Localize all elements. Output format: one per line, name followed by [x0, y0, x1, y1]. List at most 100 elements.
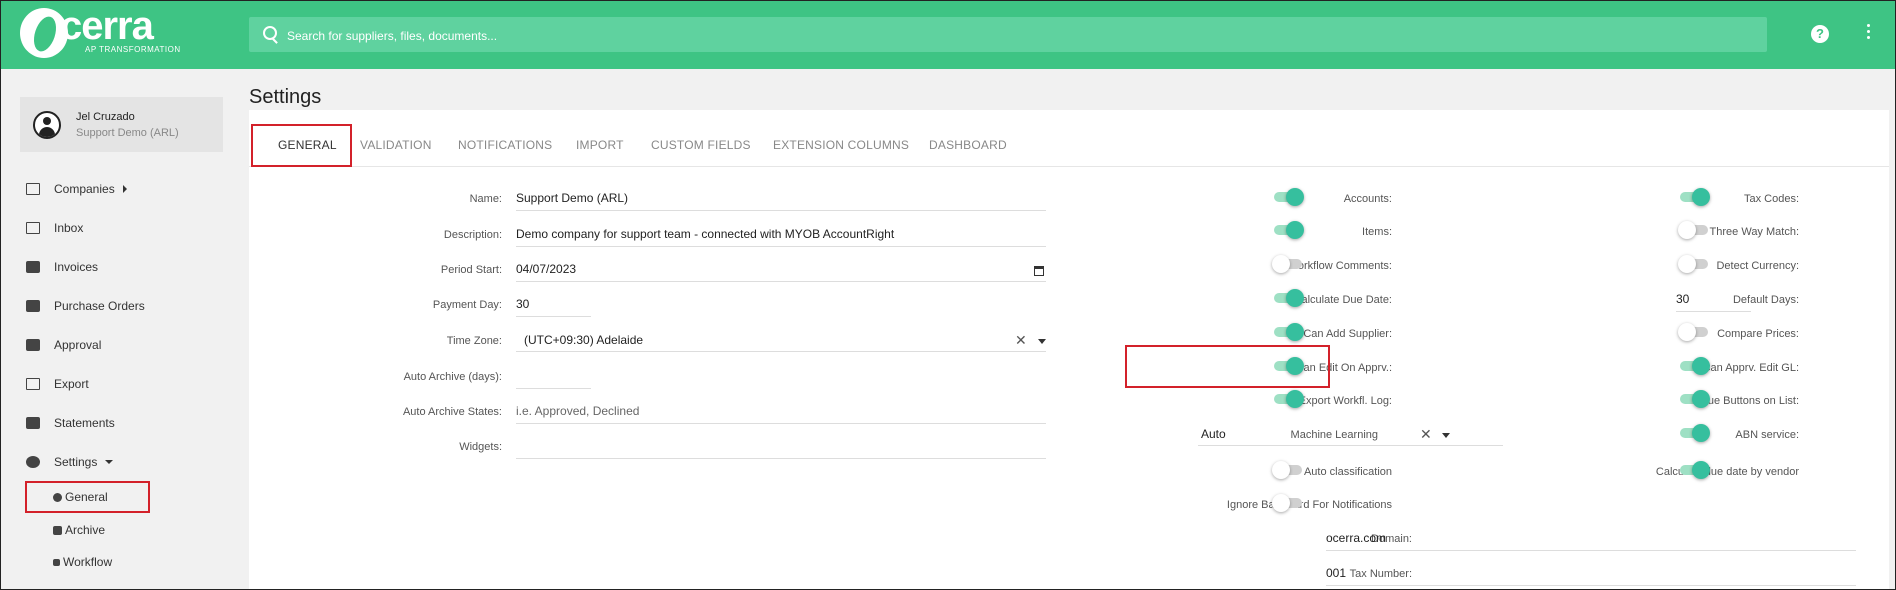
calculate-due-date-by-vendor-toggle[interactable]: [1678, 461, 1710, 479]
can-add-supplier-toggle[interactable]: [1272, 323, 1304, 341]
period-start-label: Period Start:: [440, 264, 502, 276]
help-icon[interactable]: ?: [1811, 25, 1829, 43]
domain-field[interactable]: ocerra.com: [1326, 528, 1856, 551]
due-buttons-on-list-toggle[interactable]: [1678, 390, 1710, 408]
accounts-toggle[interactable]: [1272, 188, 1304, 206]
chevron-down-icon: [105, 460, 114, 464]
sidebar-item-inbox[interactable]: Inbox: [26, 217, 83, 239]
sidebar-item-label: Settings: [54, 455, 98, 469]
description-field[interactable]: Demo company for support team - connecte…: [516, 224, 1046, 247]
auto-archive-days-label: Auto Archive (days):: [403, 371, 502, 383]
search-input[interactable]: [285, 17, 1749, 54]
toggle-label: Ignore Backward For Notifications: [1226, 499, 1392, 511]
tab-import[interactable]: IMPORT: [576, 138, 624, 152]
sidebar-item-approval[interactable]: Approval: [26, 334, 101, 356]
workflow-icon: [53, 558, 60, 566]
toggle-label: Accounts:: [1343, 193, 1392, 205]
search-icon: [263, 26, 277, 40]
workflow-comments-toggle[interactable]: [1272, 255, 1304, 273]
sidebar-item-label: Statements: [54, 416, 115, 430]
sidebar-item-companies[interactable]: Companies: [26, 178, 127, 200]
three-way-match-toggle[interactable]: [1678, 221, 1710, 239]
dropdown-arrow-icon[interactable]: [1442, 433, 1450, 438]
can-apprv-edit-gl-toggle[interactable]: [1678, 357, 1710, 375]
machine-learning-select[interactable]: Auto: [1198, 424, 1503, 446]
name-label: Name:: [469, 193, 502, 205]
default-days-field[interactable]: 30: [1676, 289, 1751, 312]
toggle-label: Due Buttons on List:: [1699, 395, 1799, 407]
user-card[interactable]: Jel Cruzado Support Demo (ARL): [20, 97, 223, 152]
payment-day-label: Payment Day:: [432, 299, 502, 311]
highlight-general-subitem: [25, 481, 150, 513]
toggle-label: Workflow Comments:: [1287, 260, 1392, 272]
logo-text: cerra: [60, 4, 154, 48]
tab-bar: GENERAL VALIDATION NOTIFICATIONS IMPORT …: [249, 128, 1889, 167]
time-zone-select[interactable]: (UTC+09:30) Adelaide: [516, 330, 1046, 352]
sidebar-subitem-workflow[interactable]: Workflow: [53, 553, 112, 571]
auto-archive-states-label: Auto Archive States:: [402, 406, 502, 418]
payment-day-field[interactable]: 30: [516, 294, 591, 317]
toggle-label: Can Apprv. Edit GL:: [1702, 362, 1799, 374]
clear-icon[interactable]: ✕: [1420, 426, 1432, 443]
clear-icon[interactable]: ✕: [1015, 332, 1027, 349]
toggle-label: Export Workfl. Log:: [1298, 395, 1392, 407]
avatar-icon: [33, 111, 61, 139]
calendar-icon[interactable]: [1034, 266, 1044, 276]
more-vert-icon[interactable]: [1866, 24, 1870, 44]
user-name: Jel Cruzado: [76, 111, 135, 123]
tab-extension-columns[interactable]: EXTENSION COLUMNS: [773, 138, 909, 152]
widgets-label: Widgets:: [459, 441, 502, 453]
period-start-field[interactable]: 04/07/2023: [516, 259, 1046, 282]
abn-service-toggle[interactable]: [1678, 424, 1710, 442]
toggle-label: Calculate Due Date:: [1293, 294, 1392, 306]
calculate-due-date-toggle[interactable]: [1272, 289, 1304, 307]
highlight-general-tab: [251, 124, 352, 167]
compare-prices-toggle[interactable]: [1678, 323, 1710, 341]
export-workfl-log-toggle[interactable]: [1272, 390, 1304, 408]
chevron-right-icon: [122, 185, 127, 193]
sidebar-item-label: Approval: [54, 338, 102, 352]
tax-number-field[interactable]: 001: [1326, 563, 1856, 586]
sidebar-subitem-label: Archive: [65, 523, 106, 537]
sidebar-item-purchase-orders[interactable]: Purchase Orders: [26, 295, 145, 317]
sidebar-item-label: Purchase Orders: [54, 299, 145, 313]
tax-codes-toggle[interactable]: [1678, 188, 1710, 206]
sidebar-item-label: Companies: [54, 182, 115, 196]
basket-icon: [26, 261, 40, 273]
user-org: Support Demo (ARL): [76, 127, 179, 139]
name-field[interactable]: Support Demo (ARL): [516, 188, 1046, 211]
auto-archive-states-field[interactable]: i.e. Approved, Declined: [516, 401, 1046, 424]
time-zone-label: Time Zone:: [446, 335, 502, 347]
toggle-label: Tax Codes:: [1743, 193, 1799, 205]
auto-classification-toggle[interactable]: [1272, 461, 1304, 479]
ocerra-logo[interactable]: cerra AP TRANSFORMATION: [20, 4, 190, 60]
tab-custom-fields[interactable]: CUSTOM FIELDS: [651, 138, 751, 152]
sidebar-item-statements[interactable]: Statements: [26, 412, 115, 434]
top-bar: cerra AP TRANSFORMATION ?: [0, 0, 1896, 69]
auto-archive-days-field[interactable]: [516, 366, 591, 389]
highlight-can-edit-on-apprv: [1125, 345, 1330, 388]
archive-icon: [53, 525, 62, 535]
ignore-backward-notifications-toggle[interactable]: [1272, 494, 1304, 512]
sidebar-item-invoices[interactable]: Invoices: [26, 256, 98, 278]
sidebar-item-label: Export: [54, 377, 89, 391]
page-title: Settings: [249, 86, 322, 108]
toggle-label: Items:: [1362, 226, 1392, 238]
tab-validation[interactable]: VALIDATION: [360, 138, 432, 152]
sidebar-item-settings[interactable]: Settings: [26, 451, 114, 473]
sidebar-subitem-label: Workflow: [63, 555, 113, 569]
tab-notifications[interactable]: NOTIFICATIONS: [458, 138, 552, 152]
tab-dashboard[interactable]: DASHBOARD: [929, 138, 1007, 152]
widgets-field[interactable]: [516, 436, 1046, 459]
detect-currency-toggle[interactable]: [1678, 255, 1710, 273]
dropdown-arrow-icon[interactable]: [1038, 339, 1046, 344]
inbox-icon: [26, 222, 40, 234]
toggle-label: Compare Prices:: [1717, 328, 1799, 340]
sidebar-subitem-archive[interactable]: Archive: [53, 521, 105, 539]
items-toggle[interactable]: [1272, 221, 1304, 239]
sidebar-item-export[interactable]: Export: [26, 373, 89, 395]
toggle-label: Detect Currency:: [1716, 260, 1799, 272]
sidebar-item-label: Invoices: [54, 260, 99, 274]
search-bar[interactable]: [249, 17, 1767, 54]
settings-panel: GENERAL VALIDATION NOTIFICATIONS IMPORT …: [249, 110, 1889, 590]
